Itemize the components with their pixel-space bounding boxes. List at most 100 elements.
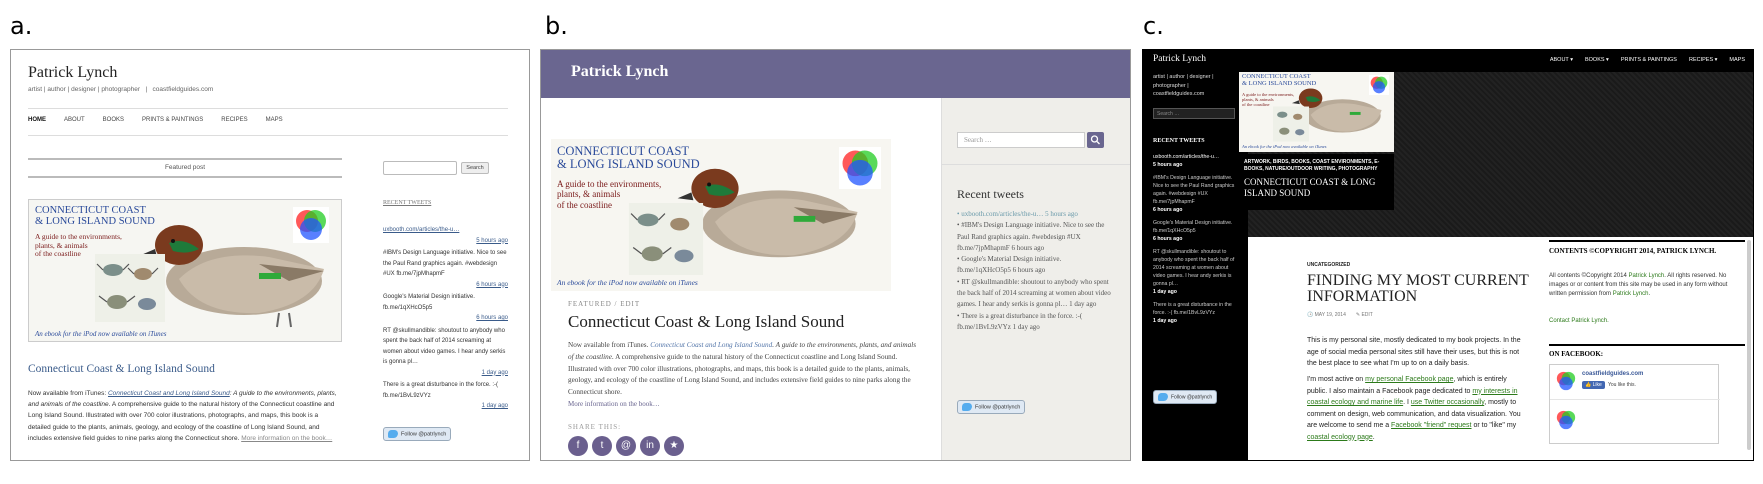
tweet-time[interactable]: 6 hours ago [1153, 235, 1239, 243]
tweet-item: RT @skullmandible: shoutout to anybody w… [383, 326, 508, 379]
tweet-text: #IBM's Design Language initiative. Nice … [383, 250, 507, 277]
tweet-time[interactable]: 1 day ago [1153, 288, 1239, 296]
search-button[interactable] [1087, 132, 1104, 148]
fb-like-button[interactable]: 👍 Like [1582, 381, 1605, 389]
email-share-icon[interactable]: @ [616, 436, 636, 456]
site-title[interactable]: Patrick Lynch [28, 64, 117, 82]
date-text: MAY 19, 2014 [1314, 312, 1346, 318]
tweet-text: RT @skullmandible: shoutout to anybody w… [957, 277, 1111, 309]
tweet-item: • #IBM's Design Language initiative. Nic… [957, 221, 1105, 252]
tweet-time[interactable]: 1 day ago [383, 368, 508, 379]
follow-button[interactable]: Follow @patrlynch [957, 400, 1026, 414]
featured-image[interactable]: Connecticut Coast & Long Island Sound A … [1239, 72, 1394, 152]
tweet-text: There is a great disturbance in the forc… [383, 382, 499, 399]
author-link[interactable]: Patrick Lynch [1628, 273, 1664, 279]
divider [28, 108, 508, 109]
follow-button[interactable]: Follow @patrlynch [1153, 390, 1218, 404]
divider [1549, 240, 1745, 242]
twitter-link[interactable]: use Twitter occasionally [1411, 399, 1484, 406]
post-paragraph-2: I'm most active on my personal Facebook … [1307, 374, 1525, 443]
tweet-time[interactable]: 5 hours ago [383, 236, 508, 247]
fb-page-name[interactable]: coastfieldguides.com [1582, 371, 1643, 377]
crabs-illustration [628, 203, 704, 275]
main-nav: HOME ABOUT BOOKS PRINTS & PAINTINGS RECI… [28, 117, 283, 123]
recent-tweets-heading: RECENT TWEETS [1153, 138, 1205, 144]
copyright-part: . [1648, 291, 1651, 298]
page-avatar-icon[interactable] [1555, 370, 1577, 392]
linkedin-share-icon[interactable]: in [640, 436, 660, 456]
scrollbar[interactable] [1747, 240, 1751, 450]
featured-image[interactable]: Connecticut Coast & Long Island Sound A … [551, 139, 891, 291]
tweet-item: Google's Material Design initiative. fb.… [1153, 219, 1239, 243]
cover-subtitle-2: plants, & animals [557, 189, 621, 200]
post-title-link[interactable]: Connecticut Coast & Long Island Sound [28, 363, 215, 375]
post-meta: FEATURED / EDIT [568, 300, 641, 308]
nav-recipes[interactable]: RECIPES ▾ [1689, 57, 1717, 63]
twitter-share-icon[interactable]: t [592, 436, 612, 456]
nav-maps[interactable]: MAPS [266, 117, 283, 123]
featured-image[interactable]: Connecticut Coast & Long Island Sound A … [28, 199, 342, 342]
site-header: Patrick Lynch [541, 50, 1130, 98]
tweet-text[interactable]: uxbooth.com/articles/the-u… [383, 225, 508, 236]
post-meta: 🕓 MAY 19, 2014 ✎ EDIT [1307, 312, 1373, 318]
more-info-link[interactable]: More information on the book… [568, 400, 660, 408]
facebook-share-icon[interactable]: f [568, 436, 588, 456]
tweet-list: • uxbooth.com/articles/the-u… 5 hours ag… [957, 209, 1113, 333]
tweet-time[interactable]: 1 day ago [383, 401, 508, 412]
tweet-text: RT @skullmandible: shoutout to anybody w… [383, 327, 506, 366]
p2-text: I'm most active on [1307, 376, 1366, 383]
cover-caption: An ebook for the iPod now available on i… [1242, 144, 1327, 149]
post-date[interactable]: 🕓 MAY 19, 2014 [1307, 312, 1346, 318]
tweet-time[interactable]: 6 hours ago [383, 280, 508, 291]
post-title: FINDING MY MOST CURRENT INFORMATION [1307, 272, 1529, 305]
nav-recipes[interactable]: RECIPES [221, 117, 247, 123]
book-link[interactable]: Connecticut Coast and Long Island Sound [108, 390, 230, 397]
site-title[interactable]: Patrick Lynch [571, 63, 668, 81]
post-category[interactable]: UNCATEGORIZED [1307, 262, 1350, 268]
site-title[interactable]: Patrick Lynch [1153, 54, 1206, 64]
copyright-text: All contents ©Copyright 2014 Patrick Lyn… [1549, 272, 1729, 300]
featured-title[interactable]: CONNECTICUT COAST & LONG ISLAND SOUND [1244, 177, 1389, 199]
tweet-item: • There is a great disturbance in the fo… [957, 311, 1083, 331]
nav-books[interactable]: BOOKS [103, 117, 124, 123]
search-input[interactable]: Search … [1153, 108, 1235, 119]
nav-prints-paintings[interactable]: PRINTS & PAINTINGS [1621, 57, 1677, 63]
facebook-personal-link[interactable]: my personal Facebook page [1365, 376, 1453, 383]
tweet-item[interactable]: • uxbooth.com/articles/the-u… 5 hours ag… [957, 209, 1113, 220]
contact-link[interactable]: Contact Patrick Lynch. [1549, 318, 1609, 324]
site-tagline: artist | author | designer | photographe… [28, 86, 214, 93]
nav-about[interactable]: ABOUT ▾ [1550, 57, 1573, 63]
post-edit-link[interactable]: ✎ EDIT [1356, 312, 1373, 318]
search-input[interactable] [383, 161, 457, 175]
excerpt-text: Now available from iTunes. [568, 341, 651, 349]
nav-home[interactable]: HOME [28, 117, 46, 123]
tweet-time[interactable]: 5 hours ago [1153, 161, 1239, 169]
featured-categories[interactable]: ARTWORK, BIRDS, BOOKS, COAST ENVIRONMENT… [1244, 159, 1389, 173]
more-info-link[interactable]: More information on the book… [241, 435, 332, 442]
p2-text: . I [1403, 399, 1411, 406]
divider [1549, 344, 1745, 346]
author-link[interactable]: Patrick Lynch [1613, 291, 1649, 297]
follow-button[interactable]: Follow @patrlynch [383, 427, 452, 441]
edit-text: EDIT [1361, 312, 1373, 318]
search-button[interactable]: Search [461, 162, 489, 174]
nav-maps[interactable]: MAPS [1729, 57, 1745, 63]
post-title[interactable]: Connecticut Coast & Long Island Sound [568, 312, 844, 332]
nav-books[interactable]: BOOKS ▾ [1585, 57, 1609, 63]
book-link[interactable]: Connecticut Coast and Long Island Sound [650, 341, 772, 349]
screenshot-c: Patrick Lynch ABOUT ▾ BOOKS ▾ PRINTS & P… [1142, 49, 1754, 461]
tweet-text[interactable]: uxbooth.com/articles/the-u… [1153, 153, 1239, 161]
tweet-time[interactable]: 1 day ago [1153, 317, 1239, 325]
tweet-text: #IBM's Design Language initiative. Nice … [957, 221, 1105, 252]
tweet-item: There is a great disturbance in the forc… [1153, 301, 1239, 325]
tweet-time[interactable]: 6 hours ago [383, 313, 508, 324]
tweet-time[interactable]: 6 hours ago [1153, 206, 1239, 214]
coastal-page-link[interactable]: coastal ecology page [1307, 434, 1373, 441]
friend-request-link[interactable]: Facebook "friend" request [1391, 422, 1471, 429]
nav-about[interactable]: ABOUT [64, 117, 85, 123]
search-input[interactable]: Search … [957, 132, 1085, 148]
teal-duck-illustration [141, 225, 324, 328]
nav-prints-paintings[interactable]: PRINTS & PAINTINGS [142, 117, 203, 123]
excerpt-text: . A comprehensive guide to the natural h… [568, 352, 911, 397]
more-share-icon[interactable]: ★ [664, 436, 684, 456]
